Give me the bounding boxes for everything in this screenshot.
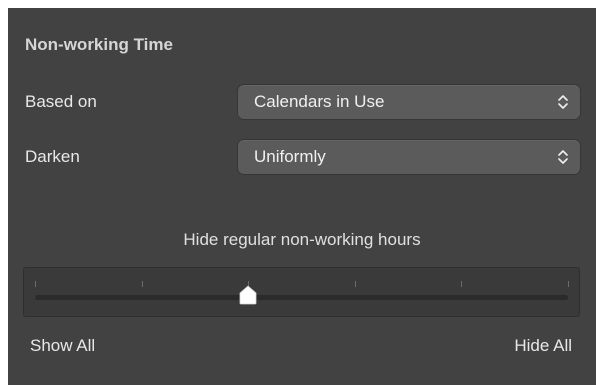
- section-title: Non-working Time: [25, 35, 173, 54]
- slider-tick: [354, 281, 356, 287]
- show-all-label: Show All: [30, 336, 96, 355]
- slider-track[interactable]: [35, 295, 568, 300]
- based-on-value: Calendars in Use: [254, 92, 385, 111]
- darken-value: Uniformly: [254, 147, 326, 166]
- non-working-time-panel: Non-working Time Based on Calendars in U…: [8, 8, 596, 385]
- darken-popup[interactable]: Uniformly: [238, 140, 580, 174]
- based-on-popup[interactable]: Calendars in Use: [238, 85, 580, 119]
- non-working-hours-slider[interactable]: [23, 267, 580, 317]
- hide-all-label: Hide All: [514, 336, 572, 355]
- slider-tick: [568, 281, 569, 287]
- pentagon-thumb-icon[interactable]: [237, 284, 259, 306]
- darken-label: Darken: [25, 147, 80, 166]
- up-down-chevrons-icon: [556, 92, 570, 112]
- slider-tick: [141, 281, 143, 287]
- slider-caption: Hide regular non-working hours: [183, 230, 421, 249]
- slider-tick: [461, 281, 463, 287]
- up-down-chevrons-icon: [556, 147, 570, 167]
- based-on-label: Based on: [25, 92, 97, 111]
- slider-tick: [35, 281, 36, 287]
